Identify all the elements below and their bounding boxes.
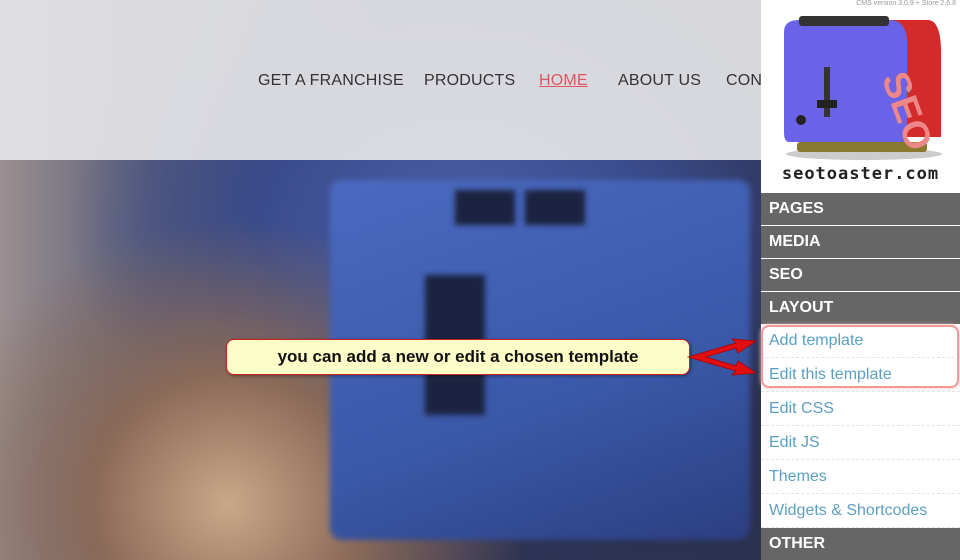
nav-about-us[interactable]: ABOUT US	[618, 72, 701, 90]
section-media[interactable]: MEDIA	[761, 226, 960, 258]
edit-css-link[interactable]: Edit CSS	[761, 392, 960, 426]
themes-link[interactable]: Themes	[761, 460, 960, 494]
section-seo[interactable]: SEO	[761, 259, 960, 291]
nav-get-a-franchise[interactable]: GET A FRANCHISE	[258, 72, 404, 90]
nav-products[interactable]: PRODUCTS	[424, 72, 515, 90]
tooltip-callout: you can add a new or edit a chosen templ…	[226, 339, 690, 375]
nav-home[interactable]: HOME	[539, 72, 588, 90]
admin-sidebar: CMS version 3.0.9 + Store 2.6.8 SEO seot…	[761, 0, 960, 560]
nav-contact[interactable]: CON	[726, 72, 762, 90]
arrow-icon	[686, 338, 758, 376]
widgets-shortcodes-link[interactable]: Widgets & Shortcodes	[761, 494, 960, 528]
highlight-box	[761, 325, 959, 388]
section-other[interactable]: OTHER	[761, 528, 960, 560]
version-text: CMS version 3.0.9 + Store 2.6.8	[856, 0, 956, 7]
site-header: GET A FRANCHISE PRODUCTS HOME ABOUT US C…	[0, 0, 762, 160]
edit-js-link[interactable]: Edit JS	[761, 426, 960, 460]
seotoaster-logo[interactable]: SEO	[779, 12, 944, 162]
site-name: seotoaster.com	[781, 164, 940, 184]
section-layout[interactable]: LAYOUT	[761, 292, 960, 324]
section-pages[interactable]: PAGES	[761, 193, 960, 225]
